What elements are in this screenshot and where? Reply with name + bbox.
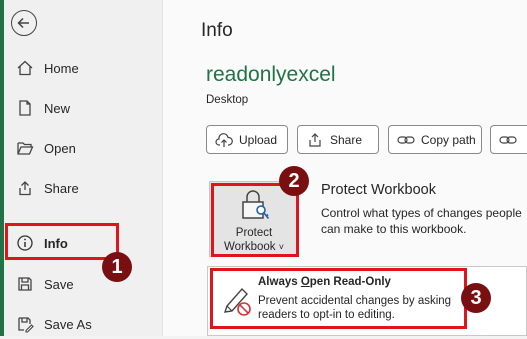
- protect-workbook-description: Control what types of changes people can…: [321, 206, 522, 236]
- copy-path-label: Copy path: [421, 132, 476, 147]
- step-badge-3: 3: [461, 283, 491, 313]
- share-label: Share: [330, 132, 363, 147]
- copy-path-button[interactable]: Copy path: [388, 125, 482, 154]
- share-icon: [14, 177, 36, 199]
- step-badge-1: 1: [102, 252, 132, 282]
- share-icon: [306, 131, 324, 149]
- document-location: Desktop: [206, 94, 249, 106]
- sidebar-item-label: New: [44, 100, 71, 116]
- save-icon: [14, 273, 36, 295]
- share-button[interactable]: Share: [297, 125, 379, 154]
- upload-label: Upload: [239, 132, 278, 147]
- sidebar-item-new[interactable]: New: [14, 93, 154, 123]
- sidebar-item-save-as[interactable]: Save As: [14, 309, 154, 339]
- link-icon: [499, 131, 517, 149]
- document-name: readonlyexcel: [206, 63, 336, 86]
- link-icon: [397, 131, 415, 149]
- sidebar-item-label: Save: [44, 276, 74, 292]
- save-as-icon: [14, 313, 36, 335]
- sidebar-item-label: Save As: [44, 316, 92, 332]
- sidebar-item-share[interactable]: Share: [14, 173, 154, 203]
- home-icon: [14, 57, 36, 79]
- protect-workbook-heading: Protect Workbook: [321, 182, 436, 198]
- sidebar-item-home[interactable]: Home: [14, 53, 154, 83]
- highlight-box-read-only: [210, 268, 467, 329]
- highlight-box-info: [5, 223, 119, 260]
- sidebar-item-label: Home: [44, 60, 79, 76]
- sidebar-item-label: Open: [44, 140, 76, 156]
- step-badge-2: 2: [279, 166, 309, 196]
- cloud-upload-icon: [215, 131, 233, 149]
- more-actions-button[interactable]: [490, 125, 527, 154]
- sidebar-accent-bar: [0, 0, 4, 336]
- upload-button[interactable]: Upload: [206, 125, 288, 154]
- back-button[interactable]: [11, 10, 37, 36]
- sidebar-item-save[interactable]: Save: [14, 269, 154, 299]
- new-document-icon: [14, 97, 36, 119]
- back-arrow-icon: [17, 17, 29, 29]
- page-title: Info: [201, 20, 233, 41]
- backstage-sidebar: Home New Open Share Info Save Save As: [0, 0, 163, 336]
- sidebar-item-open[interactable]: Open: [14, 133, 154, 163]
- sidebar-item-label: Share: [44, 180, 79, 196]
- folder-open-icon: [14, 137, 36, 159]
